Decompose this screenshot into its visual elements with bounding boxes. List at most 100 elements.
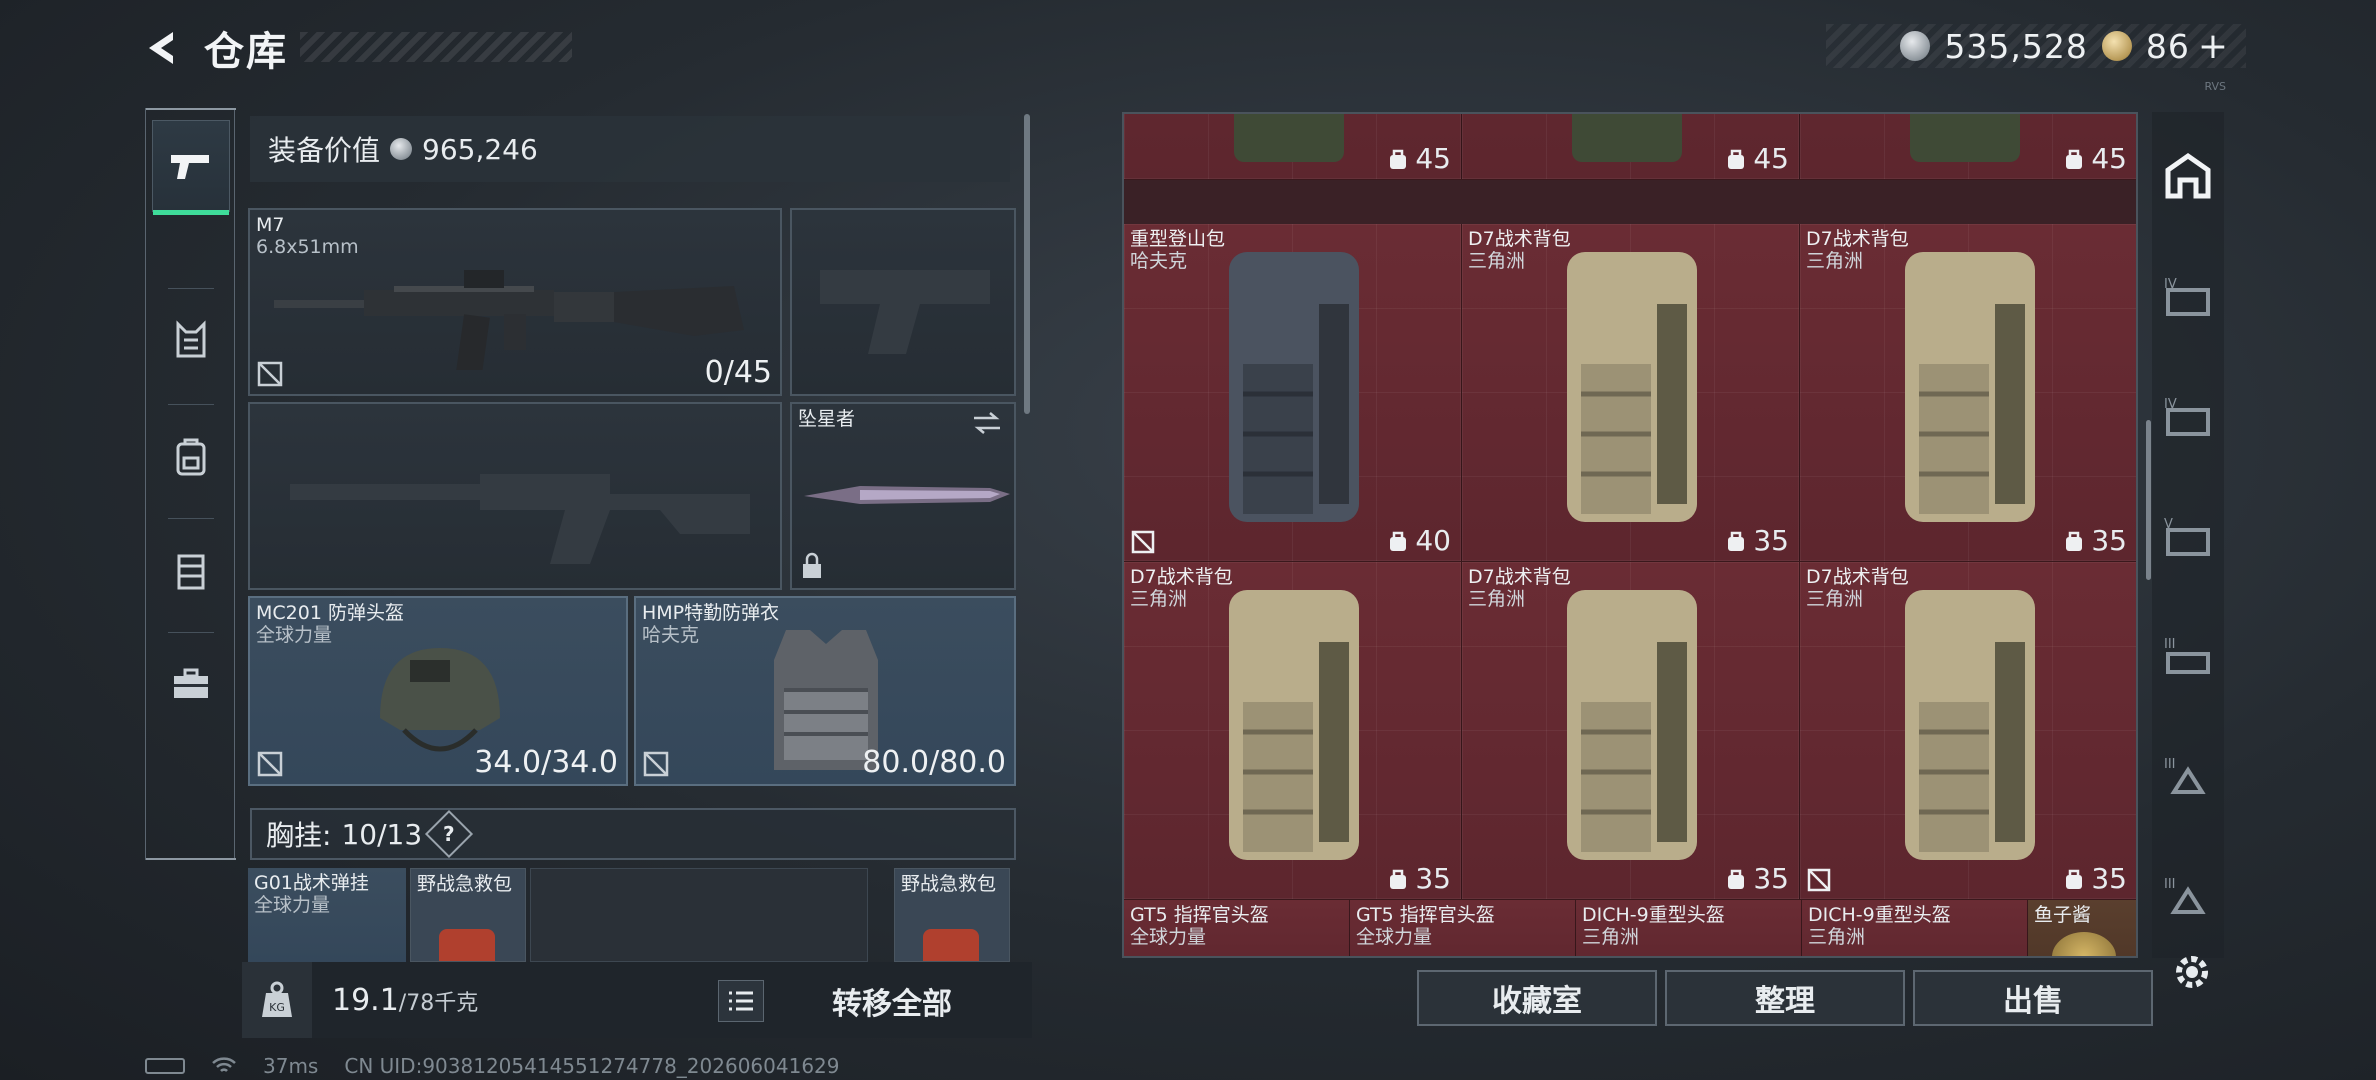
stash-item[interactable]: 45: [1462, 114, 1800, 180]
rig-pocket-2[interactable]: 野战急救包: [894, 868, 1010, 962]
transfer-all-button[interactable]: 转移全部: [782, 972, 1002, 1030]
backpack-image: [1905, 590, 2035, 860]
item-name: 重型登山包: [1130, 228, 1226, 250]
stash-item[interactable]: D7战术背包 三角洲 35: [1800, 562, 2136, 900]
nav-chest-rig[interactable]: [152, 294, 230, 386]
primary-weapon-slot[interactable]: M7 6.8x51mm 0/45: [248, 208, 782, 396]
caviar-tin-icon: [2052, 932, 2116, 956]
stash-item[interactable]: GT5 指挥官头盔 全球力量: [1124, 900, 1350, 956]
battery-icon: [145, 1058, 185, 1074]
armor-slot[interactable]: HMP特勤防弹衣 哈夫克 80.0/80.0: [634, 596, 1016, 786]
backpack-image: [1572, 114, 1682, 162]
help-button[interactable]: ?: [425, 809, 474, 859]
tab-storage-iii-c[interactable]: III: [2160, 868, 2216, 924]
settings-gear-icon[interactable]: [2170, 950, 2214, 994]
weapon-name: M7: [256, 214, 285, 236]
stash-item[interactable]: DICH-9重型头盔 三角洲: [1802, 900, 2028, 956]
left-category-nav: [145, 108, 236, 860]
secondary-weapon-slot[interactable]: [248, 402, 782, 590]
ping: 37ms: [263, 1054, 319, 1078]
capacity-icon: [1390, 149, 1407, 169]
nav-pouch[interactable]: [152, 524, 230, 616]
rig-slot[interactable]: G01战术弹挂 全球力量: [248, 868, 406, 962]
stash-item[interactable]: 鱼子酱: [2028, 900, 2136, 956]
rifle-silhouette-icon: [290, 474, 750, 564]
insurance-icon: [257, 751, 283, 777]
svg-text:III: III: [2164, 637, 2176, 652]
capacity-value: 40: [1415, 524, 1451, 557]
capacity-value: 45: [2091, 142, 2127, 175]
rig-pocket-1[interactable]: 野战急救包: [410, 868, 526, 962]
rig-brand: 全球力量: [254, 894, 331, 916]
stash-item[interactable]: DICH-9重型头盔 三角洲: [1576, 900, 1802, 956]
knife-image: [804, 486, 1010, 504]
swap-icon[interactable]: [970, 410, 1004, 436]
stash-item[interactable]: D7战术背包 三角洲 35: [1800, 224, 2136, 562]
user-uid: CN UID:90381205414551274778_202606041629: [344, 1054, 840, 1078]
tab-storage-iv-a[interactable]: IV: [2160, 268, 2216, 324]
stash-item[interactable]: D7战术背包 三角洲 35: [1124, 562, 1462, 900]
back-arrow-icon[interactable]: [140, 25, 186, 71]
capacity-value: 35: [2091, 524, 2127, 557]
rig-name: G01战术弹挂: [254, 872, 369, 894]
equipment-bottom-bar: KG 19.1/78千克 转移全部: [242, 962, 1032, 1038]
stash-item[interactable]: D7战术背包 三角洲 35: [1462, 562, 1800, 900]
backpack-image: [1567, 590, 1697, 860]
item-brand: 三角洲: [1468, 250, 1526, 272]
pistol-silhouette-icon: [820, 270, 990, 354]
tab-storage-iii-b[interactable]: III: [2160, 748, 2216, 804]
helmet-name: MC201 防弹头盔: [256, 602, 404, 624]
sell-button[interactable]: 出售: [1913, 970, 2153, 1026]
tab-storage-iv-b[interactable]: IV: [2160, 388, 2216, 444]
stash-item[interactable]: 重型登山包 哈夫克 40: [1124, 224, 1462, 562]
capacity-value: 45: [1753, 142, 1789, 175]
item-brand: 全球力量: [1356, 926, 1433, 948]
tab-storage-v[interactable]: V: [2160, 508, 2216, 564]
equipment-scrollbar[interactable]: [1024, 114, 1030, 414]
chest-count: 10/13: [341, 817, 423, 851]
helmet-slot[interactable]: MC201 防弹头盔 全球力量 34.0/34.0: [248, 596, 628, 786]
chest-label: 胸挂:: [266, 819, 332, 852]
nav-weapons[interactable]: [152, 120, 230, 215]
item-brand: 三角洲: [1582, 926, 1640, 948]
organize-button[interactable]: 整理: [1665, 970, 1905, 1026]
corner-tag: RVS: [2204, 80, 2226, 93]
backpack-icon: [176, 438, 206, 476]
backpack-image: [1234, 114, 1344, 162]
item-brand: 三角洲: [1806, 250, 1864, 272]
pistol-slot[interactable]: [790, 208, 1016, 396]
capacity-value: 35: [1753, 524, 1789, 557]
svg-text:III: III: [2164, 757, 2176, 772]
stash-item[interactable]: D7战术背包 三角洲 35: [1462, 224, 1800, 562]
lock-icon: [803, 552, 821, 578]
current-weight: 19.1: [332, 982, 399, 1018]
capacity-icon: [2066, 531, 2083, 551]
nav-backpack[interactable]: [152, 410, 230, 502]
tab-all-items[interactable]: [2160, 148, 2216, 204]
tab-storage-iii-a[interactable]: III: [2160, 628, 2216, 684]
capacity-icon: [1728, 531, 1745, 551]
add-currency-button[interactable]: +: [2198, 26, 2228, 67]
item-name: D7战术背包: [1806, 228, 1909, 250]
stash-item[interactable]: 45: [1124, 114, 1462, 180]
collection-room-button[interactable]: 收藏室: [1417, 970, 1657, 1026]
silver-coin-icon: [1900, 31, 1931, 61]
max-weight: /78千克: [398, 990, 479, 1016]
item-brand: 三角洲: [1808, 926, 1866, 948]
item-brand: 三角洲: [1130, 588, 1188, 610]
stash-item[interactable]: GT5 指挥官头盔 全球力量: [1350, 900, 1576, 956]
stash-item[interactable]: 45: [1800, 114, 2136, 180]
capacity-icon: [1728, 149, 1745, 169]
capacity-icon: [1728, 869, 1745, 889]
rig-pocket-empty[interactable]: [530, 868, 868, 962]
insurance-icon: [643, 751, 669, 777]
svg-text:III: III: [2164, 877, 2176, 892]
melee-slot[interactable]: 坠星者: [790, 402, 1016, 590]
list-view-button[interactable]: [718, 980, 764, 1022]
backpack-image: [1229, 590, 1359, 860]
capacity-icon: [2066, 149, 2083, 169]
helmet-brand: 全球力量: [256, 624, 333, 646]
capacity-value: 45: [1415, 142, 1451, 175]
nav-case[interactable]: [152, 638, 230, 730]
stash-scrollbar[interactable]: [2146, 420, 2151, 580]
